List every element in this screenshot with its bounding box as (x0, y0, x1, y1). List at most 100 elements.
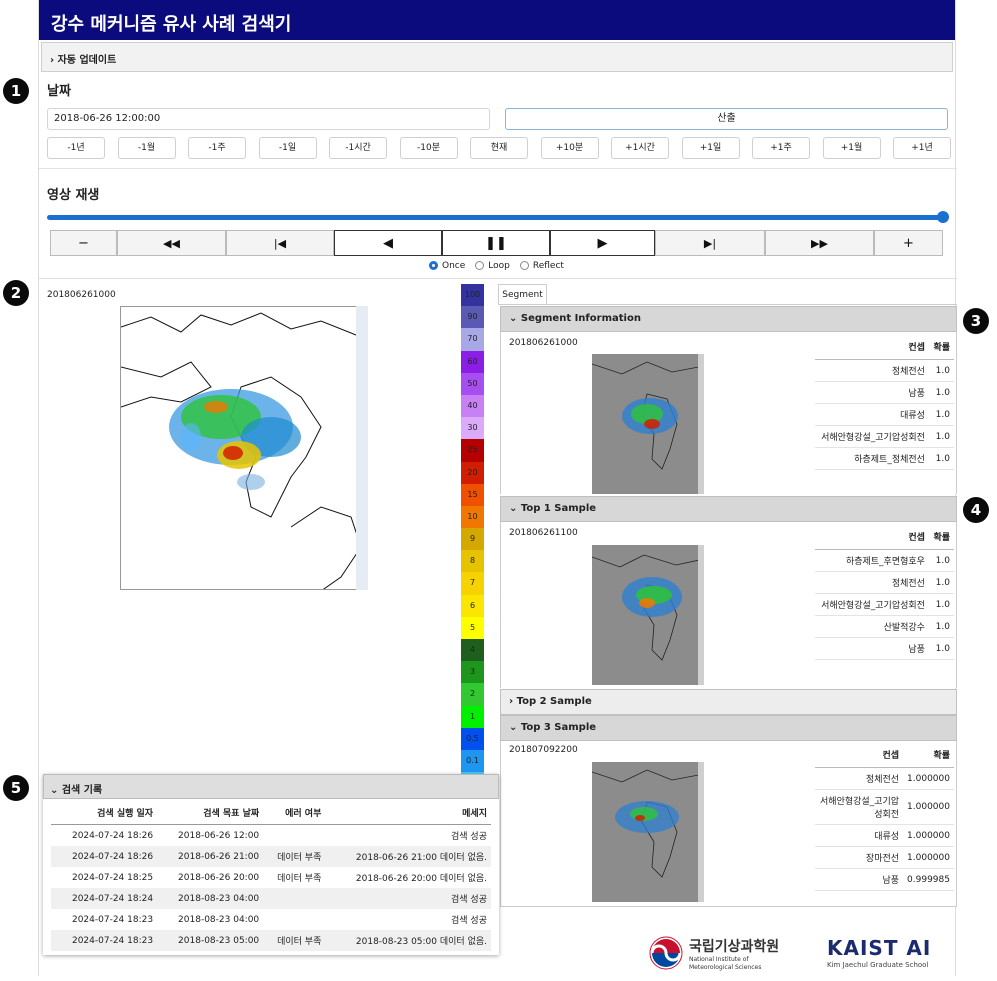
concept-cell: 서해안형강설_고기압성회전 (815, 425, 929, 448)
radio-loop[interactable]: Loop (475, 261, 510, 271)
loop-mode-radios: Once Loop Reflect (429, 261, 564, 271)
table-row[interactable]: 2024-07-24 18:23 2018-08-23 04:00 검색 성공 (51, 909, 491, 930)
radio-once[interactable]: Once (429, 261, 465, 271)
minus-button[interactable]: − (50, 230, 117, 256)
table-cell: 2024-07-24 18:25 (71, 872, 154, 883)
table-cell: 2018-06-26 12:00 (178, 830, 260, 841)
radio-reflect[interactable]: Reflect (519, 261, 564, 271)
table-row: 남풍 0.999985 (815, 868, 954, 891)
table-row: 서해안형강설_고기압성회전 1.000000 (815, 789, 954, 825)
thumbnail-radar-image (592, 354, 698, 494)
date-input[interactable]: 2018-06-26 12:00:00 (47, 108, 490, 130)
top1-sample-header[interactable]: ⌄ Top 1 Sample (500, 496, 957, 522)
concept-column-header: 컨셉 (815, 337, 929, 360)
first-frame-button[interactable]: |◀ (226, 230, 334, 256)
pause-button[interactable]: ❚❚ (442, 230, 550, 256)
colorbar-cell: 9 (461, 528, 484, 551)
prev-frame-button[interactable]: ◀ (334, 230, 442, 256)
auto-update-expander[interactable]: › 자동 업데이트 (41, 42, 953, 72)
radio-reflect-circle[interactable] (519, 261, 529, 270)
table-row[interactable]: 2024-07-24 18:26 2018-06-26 21:00 데이터 부족 20… (51, 846, 491, 867)
plus-button[interactable]: + (874, 230, 943, 256)
table-row[interactable]: 2024-07-24 18:26 2018-06-26 12:00 검색 성공 (51, 825, 491, 847)
concept-cell: 정체전선 (815, 571, 929, 594)
table-cell: 데이터 부족 (263, 930, 326, 951)
concept-cell: 산발적강수 (815, 615, 929, 638)
step-minus-day[interactable]: -1일 (258, 137, 317, 159)
column-header: 메세지 (325, 801, 491, 825)
playback-slider-thumb[interactable] (937, 211, 949, 223)
fast-forward-button[interactable]: ▶▶ (765, 230, 874, 256)
nims-name-kr: 국립기상과학원 (689, 939, 780, 955)
table-cell: 2024-07-24 18:23 (51, 930, 158, 951)
step-plus-day[interactable]: +1일 (681, 137, 740, 159)
step-plus-week[interactable]: +1주 (752, 137, 810, 159)
table-row[interactable]: 2024-07-24 18:25 2018-06-26 20:00 데이터 부족 20… (51, 867, 491, 888)
nims-name-en-2: Meteorological Sciences (689, 964, 762, 971)
badge-4: 4 (963, 497, 989, 523)
colorbar-cell: 40 (461, 394, 484, 418)
step-minus-hour[interactable]: -1시간 (329, 137, 387, 159)
prob-cell: 1.0 (928, 447, 954, 470)
player-controls: − ◀◀ |◀ ◀ ❚❚ ▶ ▶| ▶▶ + (50, 230, 943, 256)
search-history-header[interactable]: ⌄ 검색 기록 (43, 774, 499, 799)
radio-loop-circle[interactable] (475, 261, 485, 270)
table-row: 서해안형강설_고기압성회전 1.0 (815, 425, 954, 448)
prob-cell: 1.0 (928, 381, 954, 404)
colorbar-cell: 4 (461, 639, 484, 662)
calc-button[interactable]: 산출 (505, 108, 948, 130)
top1-thumbnail (592, 545, 704, 685)
radio-once-circle[interactable] (429, 261, 438, 270)
segment-info-concept-table: 컨셉 확률 정체전선 1.0 남풍 1.0 대류성 1.0 서해안형강설_고기압성회전… (815, 337, 954, 470)
prob-cell: 1.0 (928, 359, 954, 382)
colorbar-cell: 100 (461, 284, 484, 307)
date-step-buttons: -1년 -1월 -1주 -1일 -1시간 -10분 현재 +10분 +1시간 +… (47, 137, 951, 159)
segment-info-thumbnail (592, 354, 704, 494)
concept-cell: 정체전선 (815, 767, 904, 790)
date-section-title: 날짜 (47, 84, 71, 99)
step-minus-year[interactable]: -1년 (47, 137, 105, 159)
table-row[interactable]: 2024-07-24 18:24 2018-08-23 04:00 검색 성공 (51, 888, 491, 909)
next-frame-button[interactable]: ▶ (550, 230, 655, 256)
table-row: 장마전선 1.000000 (815, 846, 954, 869)
top3-concept-table: 컨셉 확률 정체전선 1.000000 서해안형강설_고기압성회전 1.000000… (815, 745, 954, 891)
step-minus-month[interactable]: -1월 (117, 137, 176, 159)
kaist-sub-text: Kim Jaechul Graduate School (827, 961, 929, 969)
tab-segment-1[interactable]: Segment 1 (498, 284, 547, 320)
colorbar-cell: 5 (461, 616, 484, 639)
table-cell: 2018-08-23 05:00 데이터 없음. (325, 930, 491, 951)
prob-cell: 1.0 (928, 615, 954, 638)
table-row[interactable]: 2024-07-24 18:23 2018-08-23 05:00 데이터 부족 20… (51, 930, 491, 951)
step-plus-hour[interactable]: +1시간 (611, 137, 669, 159)
table-row: 남풍 1.0 (815, 381, 954, 404)
playback-slider-track[interactable] (47, 215, 945, 220)
step-plus-month[interactable]: +1월 (822, 137, 881, 159)
fast-back-button[interactable]: ◀◀ (117, 230, 226, 256)
prob-column-header: 확률 (928, 337, 954, 360)
prob-cell: 1.0 (928, 425, 954, 448)
top3-sample-header[interactable]: ⌄ Top 3 Sample (500, 715, 957, 741)
step-now[interactable]: 현재 (470, 137, 528, 159)
segment-info-header[interactable]: ⌄ Segment Information (500, 306, 957, 332)
table-row: 산발적강수 1.0 (815, 615, 954, 638)
footer-logos: 국립기상과학원 National Institute of Meteorolog… (649, 934, 949, 974)
table-row: 하층제트_정체전선 1.0 (815, 447, 954, 470)
prob-cell: 1.0 (928, 593, 954, 616)
step-minus-week[interactable]: -1주 (188, 137, 246, 159)
segment-info-timestamp: 201806261000 (509, 338, 578, 348)
colorbar-cell: 10 (461, 505, 484, 529)
concept-cell: 서해안형강설_고기압성회전 (815, 593, 929, 616)
last-frame-button[interactable]: ▶| (655, 230, 765, 256)
top2-sample-header[interactable]: › Top 2 Sample (500, 689, 957, 715)
precip-colorbar: 100907060504030252015109876543210.50.10 (461, 284, 484, 795)
table-row: 남풍 1.0 (815, 637, 954, 660)
colorbar-cell: 6 (461, 594, 484, 617)
concept-column-header: 컨셉 (815, 527, 929, 550)
step-plus-year[interactable]: +1년 (893, 137, 951, 159)
map-side-strip (356, 306, 368, 590)
colorbar-cell: 60 (461, 350, 484, 373)
step-plus-10min[interactable]: +10분 (540, 137, 599, 159)
prob-column-header: 확률 (903, 745, 954, 768)
table-cell: 2018-06-26 21:00 (157, 846, 264, 867)
step-minus-10min[interactable]: -10분 (399, 137, 458, 159)
